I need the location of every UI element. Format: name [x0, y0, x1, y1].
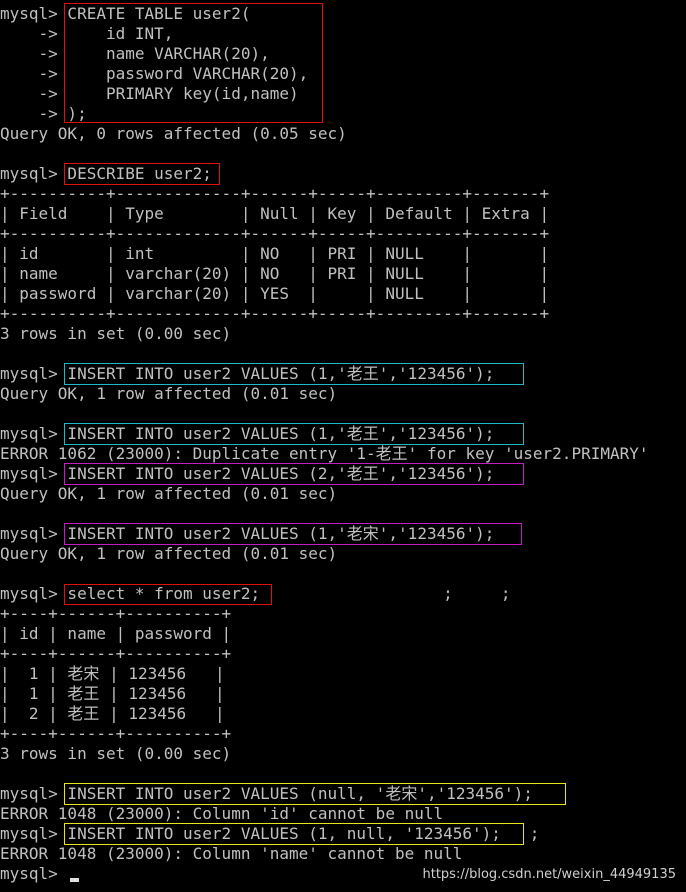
table-row: | 1 | 老宋 | 123456 |	[0, 664, 225, 683]
console-line: -> name VARCHAR(20),	[0, 44, 270, 63]
console-line: mysql> CREATE TABLE user2(	[0, 4, 251, 23]
console-line: mysql> INSERT INTO user2 VALUES (1,'老宋',…	[0, 524, 495, 543]
console-line: Query OK, 1 row affected (0.01 sec)	[0, 484, 338, 503]
console-line: mysql> INSERT INTO user2 VALUES (1,'老王',…	[0, 424, 495, 443]
console-line: mysql> INSERT INTO user2 VALUES (1, null…	[0, 824, 540, 843]
console-line: -> PRIMARY key(id,name)	[0, 84, 299, 103]
console-line: mysql> INSERT INTO user2 VALUES (null, '…	[0, 784, 533, 803]
table-border: +----+------+----------+	[0, 644, 232, 663]
table-border: +----+------+----------+	[0, 604, 232, 623]
table-row: | 2 | 老王 | 123456 |	[0, 704, 225, 723]
console-line: ERROR 1048 (23000): Column 'name' cannot…	[0, 844, 463, 863]
table-row: | name | varchar(20) | NO | PRI | NULL |…	[0, 264, 550, 283]
console-line: -> id INT,	[0, 24, 174, 43]
table-border: +----------+-------------+------+-----+-…	[0, 304, 550, 323]
console-line: Query OK, 1 row affected (0.01 sec)	[0, 544, 338, 563]
input-prompt-line[interactable]: mysql>	[0, 864, 67, 884]
table-header: | id | name | password |	[0, 624, 232, 643]
console-line: -> );	[0, 104, 87, 123]
console-line: ERROR 1062 (23000): Duplicate entry '1-老…	[0, 444, 649, 463]
table-border: +----------+-------------+------+-----+-…	[0, 184, 550, 203]
console-line: -> password VARCHAR(20),	[0, 64, 309, 83]
mysql-console-window[interactable]: { "console": { "lines": [ "mysql> CREATE…	[0, 0, 686, 892]
watermark: https://blog.csdn.net/weixin_44949135	[422, 867, 676, 882]
console-line: 3 rows in set (0.00 sec)	[0, 324, 232, 343]
table-row: | password | varchar(20) | YES | | NULL …	[0, 284, 550, 303]
console-line: ERROR 1048 (23000): Column 'id' cannot b…	[0, 804, 444, 823]
text-cursor	[70, 878, 79, 882]
table-border: +----------+-------------+------+-----+-…	[0, 224, 550, 243]
console-line: mysql> DESCRIBE user2;	[0, 164, 212, 183]
console-line: Query OK, 0 rows affected (0.05 sec)	[0, 124, 347, 143]
console-line: Query OK, 1 row affected (0.01 sec)	[0, 384, 338, 403]
console-line: mysql> select * from user2; ; ;	[0, 584, 511, 603]
table-row: | id | int | NO | PRI | NULL | |	[0, 244, 550, 263]
console-line: mysql> INSERT INTO user2 VALUES (1,'老王',…	[0, 364, 495, 383]
console-line: mysql> INSERT INTO user2 VALUES (2,'老王',…	[0, 464, 495, 483]
table-border: +----+------+----------+	[0, 724, 232, 743]
table-row: | 1 | 老王 | 123456 |	[0, 684, 225, 703]
table-header: | Field | Type | Null | Key | Default | …	[0, 204, 550, 223]
console-line: 3 rows in set (0.00 sec)	[0, 744, 232, 763]
